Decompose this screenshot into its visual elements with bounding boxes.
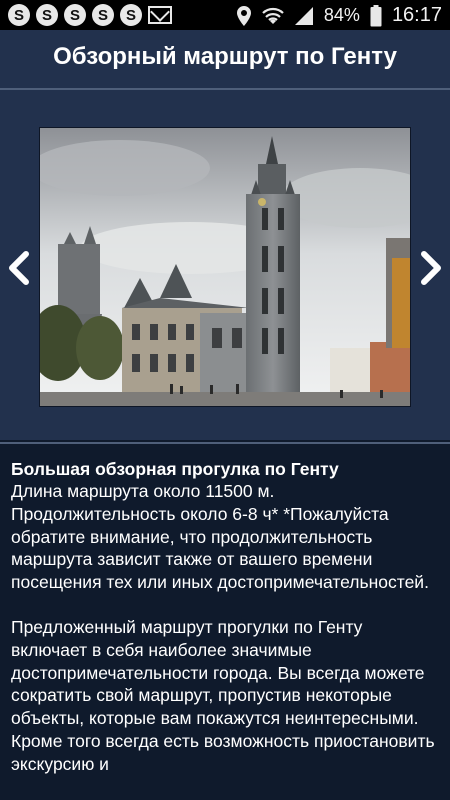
battery-percent: 84%: [323, 5, 360, 25]
app-header: Обзорный маршрут по Генту: [0, 30, 450, 88]
notification-s-icon: S: [120, 4, 142, 26]
wifi-icon: [262, 6, 284, 26]
previous-image-button[interactable]: [3, 250, 35, 286]
notification-s-icon: S: [92, 4, 114, 26]
route-details: Длина маршрута около 11500 м. Продолжите…: [11, 481, 429, 593]
next-image-button[interactable]: [415, 250, 447, 286]
signal-icon: [294, 6, 314, 26]
system-status: 84% 16:17: [236, 4, 442, 27]
page-title: Обзорный маршрут по Генту: [53, 43, 397, 70]
notification-s-icon: S: [36, 4, 58, 26]
battery-icon: [370, 4, 382, 27]
route-title: Большая обзорная прогулка по Генту: [11, 459, 339, 479]
image-gallery: [0, 90, 450, 440]
chevron-right-icon: [421, 251, 441, 285]
chevron-left-icon: [9, 251, 29, 285]
ghent-belfry-photo[interactable]: [39, 127, 411, 407]
notification-s-icon: S: [8, 4, 30, 26]
notification-icons: S S S S S: [8, 4, 172, 26]
location-icon: [236, 5, 252, 27]
status-bar: S S S S S 84% 16:17: [0, 0, 450, 30]
clock: 16:17: [391, 4, 442, 26]
mail-icon: [148, 6, 172, 24]
route-description: Большая обзорная прогулка по Генту Длина…: [0, 444, 450, 800]
notification-s-icon: S: [64, 4, 86, 26]
route-intro: Предложенный маршрут прогулки по Генту в…: [11, 616, 435, 774]
photo-illustration: [40, 128, 410, 406]
